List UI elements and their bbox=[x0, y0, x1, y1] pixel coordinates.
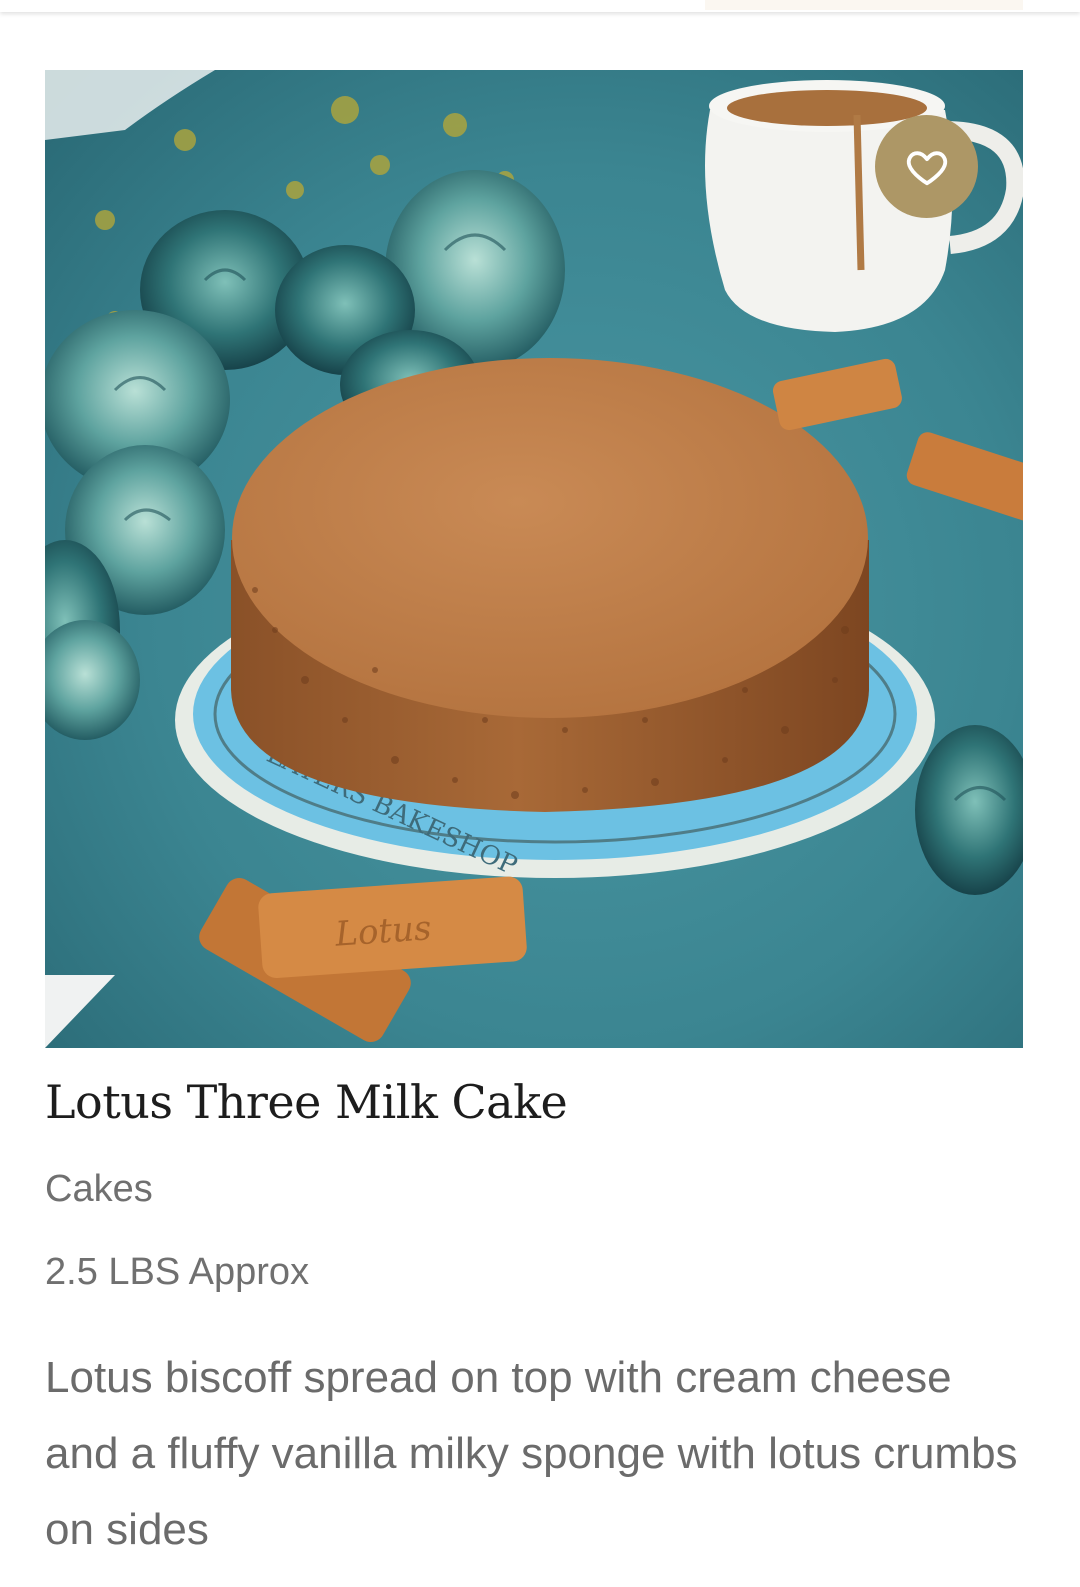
cake bbox=[231, 358, 869, 812]
product-image: LAYERS BAKESHOP Lotus bbox=[45, 70, 1023, 1048]
header-tab-highlight bbox=[705, 0, 1023, 10]
product-category: Cakes bbox=[45, 1168, 153, 1210]
product-description: Lotus biscoff spread on top with cream c… bbox=[45, 1353, 1018, 1554]
product-title: Lotus Three Milk Cake bbox=[45, 1075, 568, 1129]
heart-outline-icon bbox=[906, 150, 947, 185]
svg-text:Lotus: Lotus bbox=[333, 908, 433, 955]
product-weight: 2.5 LBS Approx bbox=[45, 1251, 310, 1293]
top-header-bar bbox=[0, 0, 1080, 12]
product-detail-page: LAYERS BAKESHOP Lotus Lotus Three Milk C… bbox=[0, 0, 1080, 1587]
favorite-button[interactable] bbox=[875, 115, 978, 218]
